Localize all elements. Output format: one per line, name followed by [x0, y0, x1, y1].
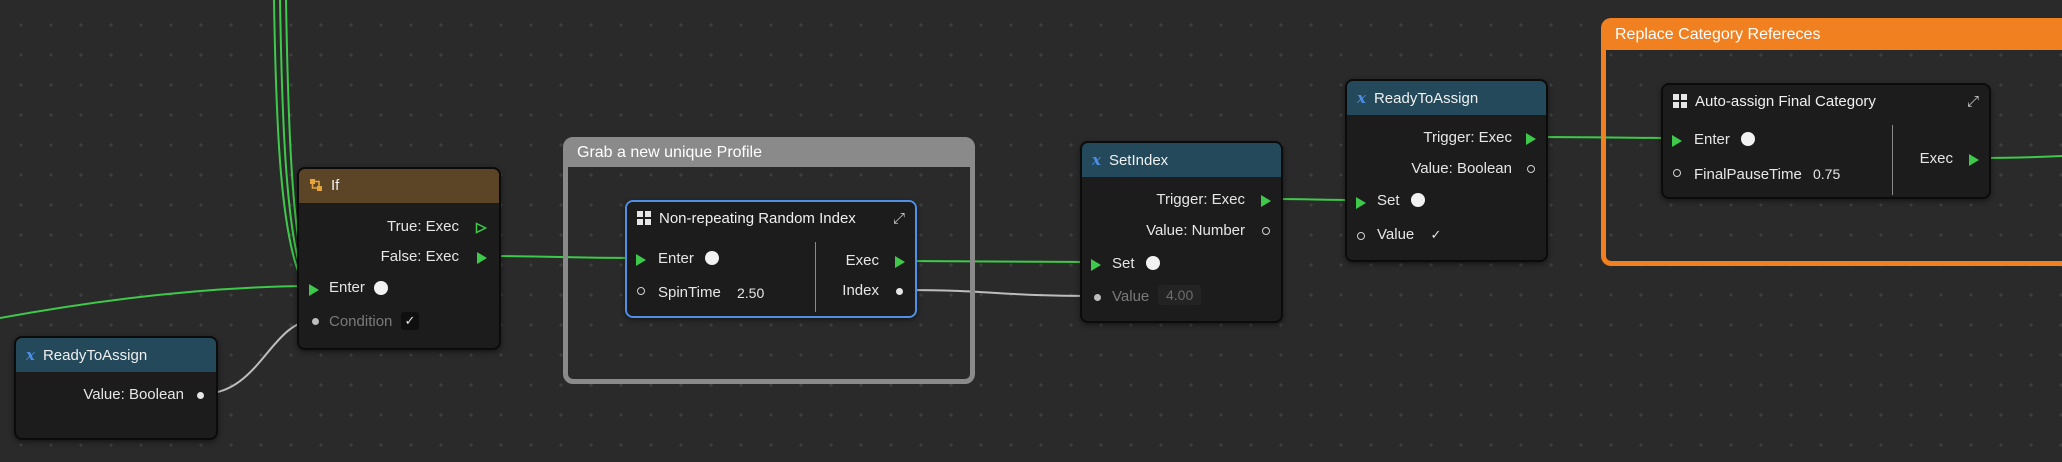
- set-toggle[interactable]: [1411, 193, 1425, 207]
- group-header: Replace Category Refereces: [1605, 22, 2062, 50]
- input-pin-enter[interactable]: [1672, 134, 1682, 152]
- output-pin-trigger[interactable]: [1526, 132, 1536, 150]
- input-pin-condition[interactable]: [312, 318, 319, 325]
- node-title: ReadyToAssign: [1373, 90, 1479, 107]
- exec-pin-hollow-icon: [475, 222, 488, 234]
- enter-toggle[interactable]: [705, 251, 719, 265]
- exec-wire-left: [0, 285, 305, 319]
- node-divider: [1892, 125, 1893, 195]
- input-pin-set[interactable]: [1356, 196, 1366, 214]
- variable-icon: x: [1357, 89, 1366, 107]
- node-divider: [815, 242, 816, 312]
- variable-icon: x: [26, 346, 35, 364]
- node-title: SetIndex: [1108, 152, 1169, 169]
- input-pin-enter[interactable]: [309, 283, 319, 301]
- input-finalpausetime-label: FinalPauseTime: [1694, 166, 1802, 183]
- input-pin-spintime[interactable]: [637, 287, 645, 295]
- group-title: Grab a new unique Profile: [577, 144, 762, 161]
- set-toggle[interactable]: [1146, 256, 1160, 270]
- output-exec-label: Exec: [845, 252, 879, 269]
- finalpausetime-value[interactable]: 0.75: [1813, 166, 1840, 182]
- exec-pin-icon: [1091, 259, 1101, 271]
- input-pin-value[interactable]: [1357, 232, 1365, 240]
- input-enter-label: Enter: [1694, 131, 1730, 148]
- node-set-index[interactable]: x SetIndex Trigger: Exec Value: Number Se…: [1080, 141, 1283, 323]
- node-non-repeating-random-index[interactable]: Non-repeating Random Index ⤢ Enter SpinT…: [625, 200, 917, 318]
- exec-pin-icon: [1526, 133, 1536, 145]
- node-ready-to-assign-getter[interactable]: x ReadyToAssign Value: Boolean: [14, 336, 218, 440]
- input-pin-value[interactable]: [1094, 294, 1101, 301]
- input-condition-label: Condition: [329, 313, 393, 330]
- exec-pin-icon: [1969, 154, 1979, 166]
- node-if[interactable]: If True: Exec False: Exec Enter Conditio…: [297, 167, 501, 350]
- input-pin-enter[interactable]: [636, 253, 646, 271]
- output-value-boolean: Value: Boolean: [1411, 160, 1512, 177]
- group-header: Grab a new unique Profile: [567, 141, 971, 167]
- enter-toggle[interactable]: [374, 281, 388, 295]
- input-value-label: Value: [1377, 226, 1415, 243]
- node-header: Non-repeating Random Index ⤢: [627, 202, 915, 236]
- node-header: x ReadyToAssign: [16, 338, 216, 372]
- node-ready-to-assign-setter[interactable]: x ReadyToAssign Trigger: Exec Value: Bool…: [1345, 79, 1548, 262]
- expand-icon[interactable]: ⤢: [893, 202, 905, 236]
- exec-pin-icon: [895, 256, 905, 268]
- node-header: x SetIndex: [1082, 143, 1281, 177]
- output-index-label: Index: [842, 282, 879, 299]
- condition-checkbox[interactable]: ✓: [401, 312, 419, 330]
- value-checkbox[interactable]: ✓: [1427, 226, 1445, 244]
- node-title: Auto-assign Final Category: [1695, 93, 1876, 110]
- group-title: Replace Category Refereces: [1615, 26, 1821, 43]
- input-set-label: Set: [1112, 255, 1135, 272]
- input-pin-finalpausetime[interactable]: [1673, 169, 1681, 177]
- node-header: x ReadyToAssign: [1347, 81, 1546, 115]
- value-input-field[interactable]: 4.00: [1158, 285, 1202, 305]
- output-pin-exec[interactable]: [895, 255, 905, 273]
- output-trigger-exec: Trigger: Exec: [1423, 129, 1512, 146]
- spintime-value[interactable]: 2.50: [737, 285, 764, 301]
- node-header: If: [299, 169, 499, 203]
- grid-icon: [637, 211, 651, 225]
- exec-pin-icon: [1261, 195, 1271, 207]
- exec-pin-icon: [477, 252, 487, 264]
- input-pin-set[interactable]: [1091, 258, 1101, 276]
- exec-pin-icon: [309, 284, 319, 296]
- output-pin-false[interactable]: [477, 251, 487, 269]
- exec-pin-icon: [636, 254, 646, 266]
- output-pin-value[interactable]: [197, 392, 204, 399]
- input-spintime-label: SpinTime: [658, 284, 721, 301]
- output-value-boolean: Value: Boolean: [83, 386, 184, 403]
- output-pin-trigger[interactable]: [1261, 194, 1271, 212]
- exec-pin-icon: [1356, 197, 1366, 209]
- input-enter-label: Enter: [329, 279, 365, 296]
- input-value-label: Value: [1112, 288, 1150, 305]
- exec-pin-icon: [1672, 135, 1682, 147]
- variable-icon: x: [1092, 151, 1101, 169]
- node-header: Auto-assign Final Category ⤢: [1663, 85, 1989, 119]
- output-pin-value[interactable]: [1527, 165, 1535, 173]
- branch-icon: [310, 179, 322, 191]
- output-true-exec: True: Exec: [387, 218, 459, 235]
- output-pin-exec[interactable]: [1969, 153, 1979, 171]
- node-title: ReadyToAssign: [42, 347, 148, 364]
- node-auto-assign-final-category[interactable]: Auto-assign Final Category ⤢ Enter Final…: [1661, 83, 1991, 199]
- enter-toggle[interactable]: [1741, 132, 1755, 146]
- output-pin-index[interactable]: [896, 288, 903, 295]
- expand-icon[interactable]: ⤢: [1967, 85, 1979, 119]
- output-pin-value[interactable]: [1262, 227, 1270, 235]
- output-exec-label: Exec: [1919, 150, 1953, 167]
- output-trigger-exec: Trigger: Exec: [1156, 191, 1245, 208]
- output-pin-true[interactable]: [475, 221, 488, 239]
- node-title: If: [331, 177, 340, 194]
- input-enter-label: Enter: [658, 250, 694, 267]
- input-set-label: Set: [1377, 192, 1400, 209]
- node-title: Non-repeating Random Index: [659, 210, 856, 227]
- grid-icon: [1673, 94, 1687, 108]
- output-false-exec: False: Exec: [380, 248, 459, 265]
- output-value-number: Value: Number: [1146, 222, 1245, 239]
